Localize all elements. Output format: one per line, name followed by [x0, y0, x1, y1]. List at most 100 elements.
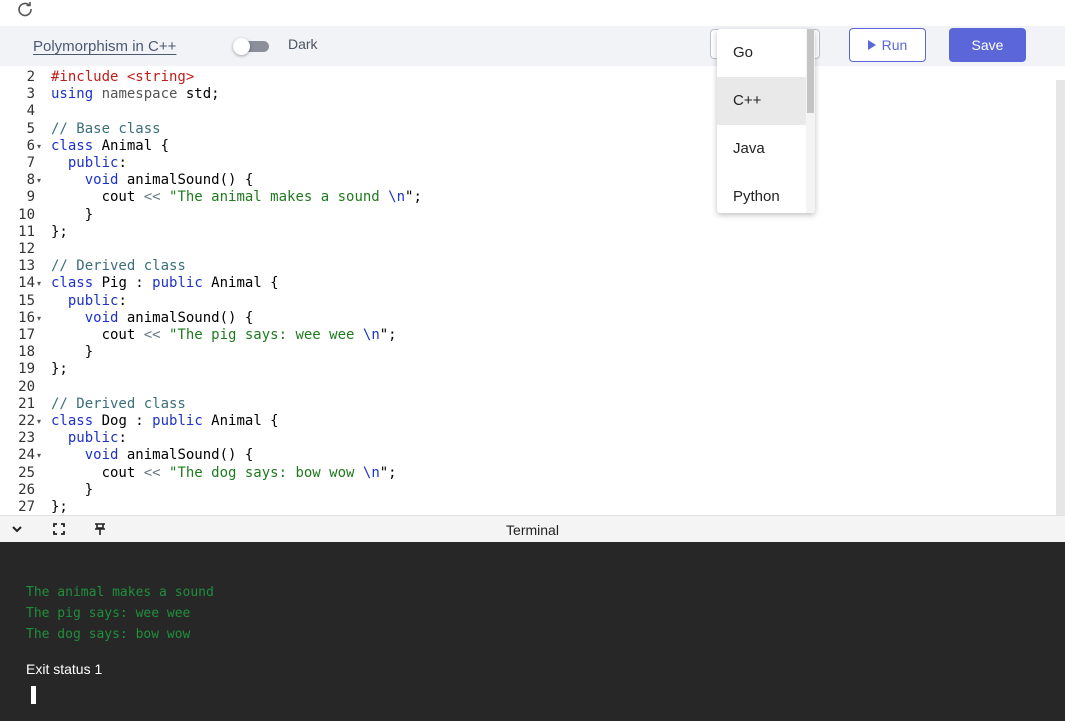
code-line[interactable]: }; [51, 499, 68, 515]
reload-icon[interactable] [17, 1, 33, 17]
top-strip [0, 0, 1065, 26]
run-button[interactable]: Run [849, 28, 926, 62]
code-token: #include [51, 69, 127, 85]
save-button-label: Save [971, 37, 1004, 53]
code-token: cout [51, 189, 144, 206]
code-line[interactable]: }; [51, 361, 68, 378]
code-line[interactable]: class Pig : public Animal { [51, 275, 279, 292]
code-token: std; [177, 86, 220, 103]
language-option-java[interactable]: Java [717, 125, 806, 173]
line-number: 14 [18, 275, 35, 292]
line-number: 15 [18, 292, 35, 309]
code-token: void [84, 447, 119, 464]
code-token: namespace [101, 86, 178, 103]
terminal-panel[interactable]: The animal makes a sound The pig says: w… [0, 542, 1065, 721]
line-number: 19 [18, 361, 35, 378]
terminal-cursor [31, 686, 36, 704]
code-token: "; [379, 327, 397, 343]
code-token: } [51, 206, 94, 223]
line-number: 20 [18, 378, 35, 395]
code-token: "The dog says: bow wow [169, 464, 363, 481]
dropdown-scroll-thumb[interactable] [807, 29, 814, 113]
fold-toggle-icon[interactable]: ▾ [37, 310, 41, 327]
code-token: class [51, 275, 94, 292]
code-token: public [67, 430, 119, 447]
fold-toggle-icon[interactable]: ▾ [37, 172, 41, 189]
code-token: "; [405, 189, 422, 206]
language-option-cpp[interactable]: C++ [717, 77, 806, 125]
project-title-link[interactable]: Polymorphism in C++ [33, 38, 176, 55]
code-token: "The pig says: wee wee [169, 327, 363, 343]
terminal-header: Terminal [0, 515, 1065, 542]
save-button[interactable]: Save [949, 28, 1026, 62]
code-token: Animal { [93, 137, 170, 154]
toggle-knob [233, 38, 250, 55]
code-line[interactable]: void animalSound() { [51, 172, 254, 189]
code-token: // Base class [51, 120, 161, 137]
code-line[interactable]: cout << "The dog says: bow wow \n"; [51, 465, 397, 482]
line-number: 4 [26, 103, 35, 120]
line-number: 12 [18, 241, 35, 257]
code-token: <string> [126, 69, 195, 85]
code-token: << [143, 189, 161, 206]
code-token: : [118, 430, 127, 447]
line-number: 6 [26, 137, 35, 154]
code-token: }; [51, 223, 68, 240]
code-line[interactable]: public: [51, 430, 127, 447]
editor-scrollbar[interactable] [1056, 80, 1065, 515]
code-line[interactable]: class Animal { [51, 138, 169, 155]
code-editor[interactable]: 2 3 4 5 6 ▾ 7 8 ▾ 9 10 11 12 13 14 ▾ 15 16 ▾ 17 18 19 20 21 22 ▾ 2… [0, 66, 1065, 515]
code-token: class [51, 413, 94, 429]
code-line[interactable]: using namespace std; [51, 86, 220, 103]
language-option-python[interactable]: Python [717, 173, 806, 213]
fold-toggle-icon[interactable]: ▾ [37, 275, 41, 292]
dark-mode-toggle[interactable] [233, 38, 269, 55]
line-number: 13 [18, 258, 35, 275]
code-token: animalSound() { [118, 172, 254, 189]
code-line[interactable]: }; [51, 224, 68, 241]
code-line[interactable]: class Dog : public Animal { [51, 413, 279, 430]
code-line[interactable]: void animalSound() { [51, 310, 254, 327]
code-line[interactable]: cout << "The pig says: wee wee \n"; [51, 327, 397, 344]
terminal-output-line: The pig says: wee wee [26, 606, 191, 621]
terminal-title: Terminal [506, 522, 559, 538]
code-line[interactable]: cout << "The animal makes a sound \n"; [51, 189, 422, 206]
code-line[interactable]: } [51, 344, 93, 361]
fold-toggle-icon[interactable]: ▾ [37, 447, 41, 464]
code-token: << [143, 327, 161, 343]
code-line[interactable]: // Derived class [51, 258, 186, 275]
line-number: 7 [26, 155, 35, 171]
code-token: // Derived class [51, 395, 186, 412]
line-number: 5 [26, 120, 35, 137]
code-line[interactable]: public: [51, 293, 127, 310]
code-line[interactable]: void animalSound() { [51, 447, 254, 464]
exit-status: Exit status 1 [26, 661, 103, 677]
line-number: 21 [18, 395, 35, 412]
code-token: cout [51, 327, 144, 343]
code-line[interactable]: public: [51, 155, 127, 172]
toolbar: Polymorphism in C++ Dark Run Save [0, 26, 1065, 66]
code-token: : [118, 155, 127, 171]
language-option-go[interactable]: Go [717, 29, 806, 77]
fold-toggle-icon[interactable]: ▾ [37, 138, 41, 155]
dropdown-scrollbar[interactable] [806, 29, 815, 213]
fold-toggle-icon[interactable]: ▾ [37, 413, 41, 430]
code-line[interactable]: #include <string> [51, 69, 194, 86]
line-number: 2 [26, 69, 35, 85]
code-line[interactable]: // Derived class [51, 396, 186, 413]
code-line[interactable]: } [51, 207, 93, 224]
line-number: 22 [18, 413, 35, 429]
code-line[interactable]: // Base class [51, 121, 161, 138]
code-token: // Derived class [51, 258, 186, 275]
code-line[interactable]: } [51, 482, 93, 499]
code-token: Animal { [202, 413, 279, 429]
code-token: } [51, 481, 94, 498]
code-token: class [51, 137, 94, 154]
